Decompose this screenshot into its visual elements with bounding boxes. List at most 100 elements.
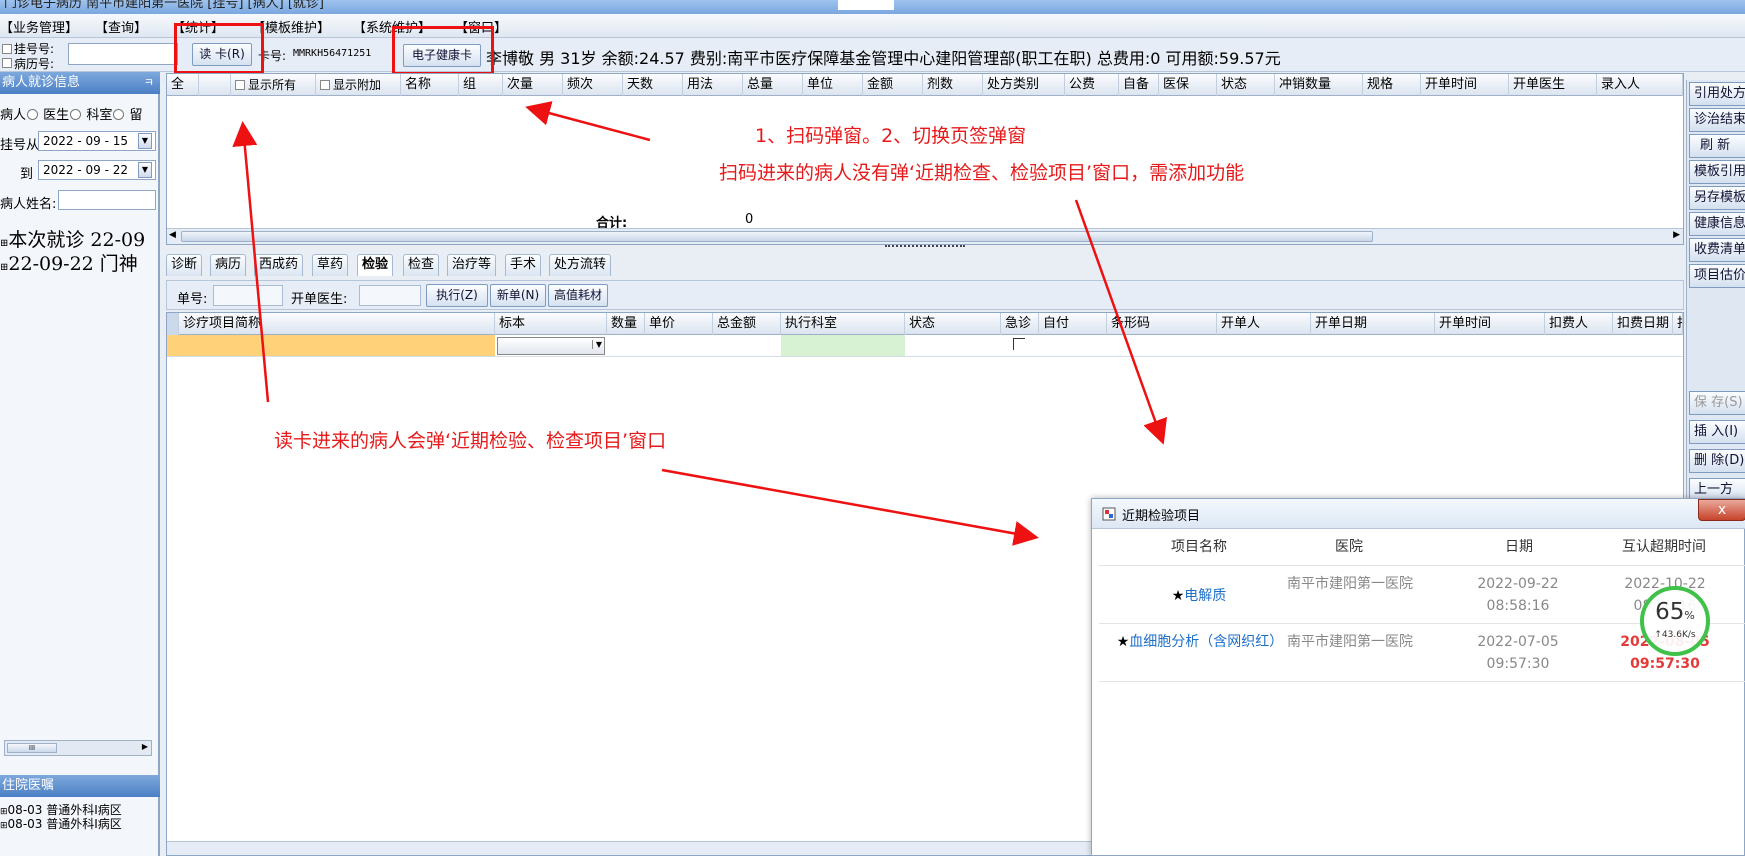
tab-surgery[interactable]: 手术: [505, 254, 542, 276]
col-header[interactable]: 条形码: [1107, 313, 1217, 335]
popup-titlebar[interactable]: 近期检验项目: [1092, 499, 1745, 529]
col-header[interactable]: 执行科室: [781, 313, 905, 335]
col-header[interactable]: 自付: [1039, 313, 1107, 335]
urgent-checkbox[interactable]: [1013, 338, 1025, 350]
chevron-down-icon[interactable]: ▼: [138, 162, 152, 178]
col-header[interactable]: 总金额: [713, 313, 781, 335]
cite-prescription-button[interactable]: 引用处方: [1689, 82, 1745, 106]
tab-western-med[interactable]: 西成药: [254, 254, 304, 276]
estimate-button[interactable]: 项目估价: [1689, 264, 1745, 288]
order-no-input[interactable]: [213, 285, 283, 306]
checkbox-icon[interactable]: [235, 80, 245, 90]
show-extra-toggle[interactable]: 显示附加: [316, 74, 401, 96]
item-name-link[interactable]: ★电解质: [1099, 585, 1299, 607]
col-header[interactable]: 名称: [401, 74, 459, 96]
col-header[interactable]: 扣费人: [1545, 313, 1613, 335]
chevron-down-icon[interactable]: ▼: [138, 133, 152, 149]
left-hscrollbar[interactable]: III ▶: [4, 740, 152, 756]
finish-treatment-button[interactable]: 诊治结束: [1689, 108, 1745, 132]
scroll-right-icon[interactable]: ▶: [142, 742, 148, 751]
doctor-input[interactable]: [359, 285, 421, 306]
delete-button[interactable]: 删 除(D): [1689, 449, 1745, 473]
insert-button[interactable]: 插 入(I): [1689, 420, 1745, 444]
tab-treatment[interactable]: 治疗等: [447, 254, 497, 276]
scroll-thumb[interactable]: [181, 231, 1373, 242]
new-order-button[interactable]: 新单(N): [490, 284, 546, 307]
network-speed-badge[interactable]: 65% ↑43.6K/s: [1640, 586, 1710, 656]
radio-doctor[interactable]: [70, 109, 82, 120]
high-value-button[interactable]: 高值耗材: [548, 284, 608, 307]
save-template-button[interactable]: 另存模板: [1689, 186, 1745, 210]
save-button[interactable]: 保 存(S): [1689, 391, 1745, 415]
col-header[interactable]: 急诊: [1001, 313, 1039, 335]
col-header[interactable]: 诊疗项目简称: [179, 313, 495, 335]
col-header[interactable]: 总量: [743, 74, 803, 96]
scroll-thumb[interactable]: III: [7, 743, 57, 753]
col-header[interactable]: 扣费日期: [1613, 313, 1673, 335]
radio-patient[interactable]: [27, 109, 39, 120]
col-header[interactable]: 自备: [1119, 74, 1159, 96]
reg-no-input[interactable]: [68, 43, 178, 65]
tab-record[interactable]: 病历: [210, 254, 247, 276]
tab-lab[interactable]: 检验: [357, 254, 394, 276]
item-name-link[interactable]: ★血细胞分析（含网织红）: [1109, 631, 1291, 653]
col-header[interactable]: 标本: [495, 313, 607, 335]
col-header[interactable]: 次量: [503, 74, 563, 96]
col-header[interactable]: 数量: [607, 313, 645, 335]
tab-exam[interactable]: 检查: [403, 254, 440, 276]
patient-name-input[interactable]: [58, 190, 156, 210]
col-header[interactable]: 医保: [1159, 74, 1217, 96]
col-header[interactable]: 录入人: [1597, 74, 1683, 96]
expand-icon[interactable]: ⊞: [0, 821, 8, 831]
col-header[interactable]: 单价: [645, 313, 713, 335]
col-header[interactable]: 冲销数量: [1275, 74, 1363, 96]
col-header[interactable]: 公费: [1065, 74, 1119, 96]
tab-diagnosis[interactable]: 诊断: [166, 254, 203, 276]
record-no-checkbox[interactable]: [2, 58, 12, 68]
show-all-toggle[interactable]: 显示所有: [231, 74, 316, 96]
col-header[interactable]: 单位: [803, 74, 863, 96]
refresh-button[interactable]: 刷 新: [1689, 134, 1745, 158]
health-info-button[interactable]: 健康信息: [1689, 212, 1745, 236]
col-header[interactable]: 开单日期: [1311, 313, 1435, 335]
chevron-down-icon[interactable]: ▼: [591, 340, 602, 349]
tab-prescription-flow[interactable]: 处方流转: [549, 254, 612, 276]
col-select-all[interactable]: 全: [167, 74, 199, 96]
col-header[interactable]: 频次: [563, 74, 623, 96]
main-hscrollbar[interactable]: ◀ ▶: [167, 228, 1683, 244]
col-header[interactable]: 处方类别: [983, 74, 1065, 96]
tree-item-visit[interactable]: ⊞22-09-22 门神: [0, 249, 138, 276]
col-header[interactable]: 开单时间: [1435, 313, 1545, 335]
pin-icon[interactable]: ㅋ: [144, 72, 154, 94]
col-header[interactable]: 规格: [1363, 74, 1421, 96]
charge-list-button[interactable]: 收费清单: [1689, 238, 1745, 262]
table-row[interactable]: ▼: [167, 335, 1683, 357]
col-header[interactable]: 金额: [863, 74, 923, 96]
tab-herbal[interactable]: 草药: [312, 254, 349, 276]
close-icon[interactable]: x: [1698, 499, 1745, 521]
tree-item-current-visit[interactable]: ⊞本次就诊 22-09: [0, 225, 145, 252]
radio-dept[interactable]: [113, 109, 125, 120]
reg-no-checkbox[interactable]: [2, 44, 12, 54]
scroll-left-icon[interactable]: ◀: [169, 230, 176, 240]
cite-template-button[interactable]: 模板引用: [1689, 160, 1745, 184]
execute-button[interactable]: 执行(Z): [426, 284, 488, 307]
col-header[interactable]: 开单时间: [1421, 74, 1509, 96]
col-header[interactable]: 扣: [1673, 313, 1683, 335]
col-header[interactable]: 剂数: [923, 74, 983, 96]
col-header[interactable]: 天数: [623, 74, 683, 96]
menu-business[interactable]: 【业务管理】: [0, 17, 78, 36]
col-header[interactable]: 状态: [1217, 74, 1275, 96]
col-header[interactable]: 状态: [905, 313, 1001, 335]
exec-dept-cell[interactable]: [781, 335, 905, 356]
scroll-right-icon[interactable]: ▶: [1673, 230, 1680, 240]
col-header[interactable]: 开单医生: [1509, 74, 1597, 96]
specimen-select[interactable]: ▼: [497, 337, 605, 355]
col-header[interactable]: 用法: [683, 74, 743, 96]
col-header[interactable]: 开单人: [1217, 313, 1311, 335]
item-name-cell[interactable]: [179, 335, 495, 356]
titlebar-control[interactable]: [838, 0, 894, 10]
col-header[interactable]: 组: [459, 74, 503, 96]
menu-query[interactable]: 【查询】: [95, 17, 147, 36]
checkbox-icon[interactable]: [320, 80, 330, 90]
